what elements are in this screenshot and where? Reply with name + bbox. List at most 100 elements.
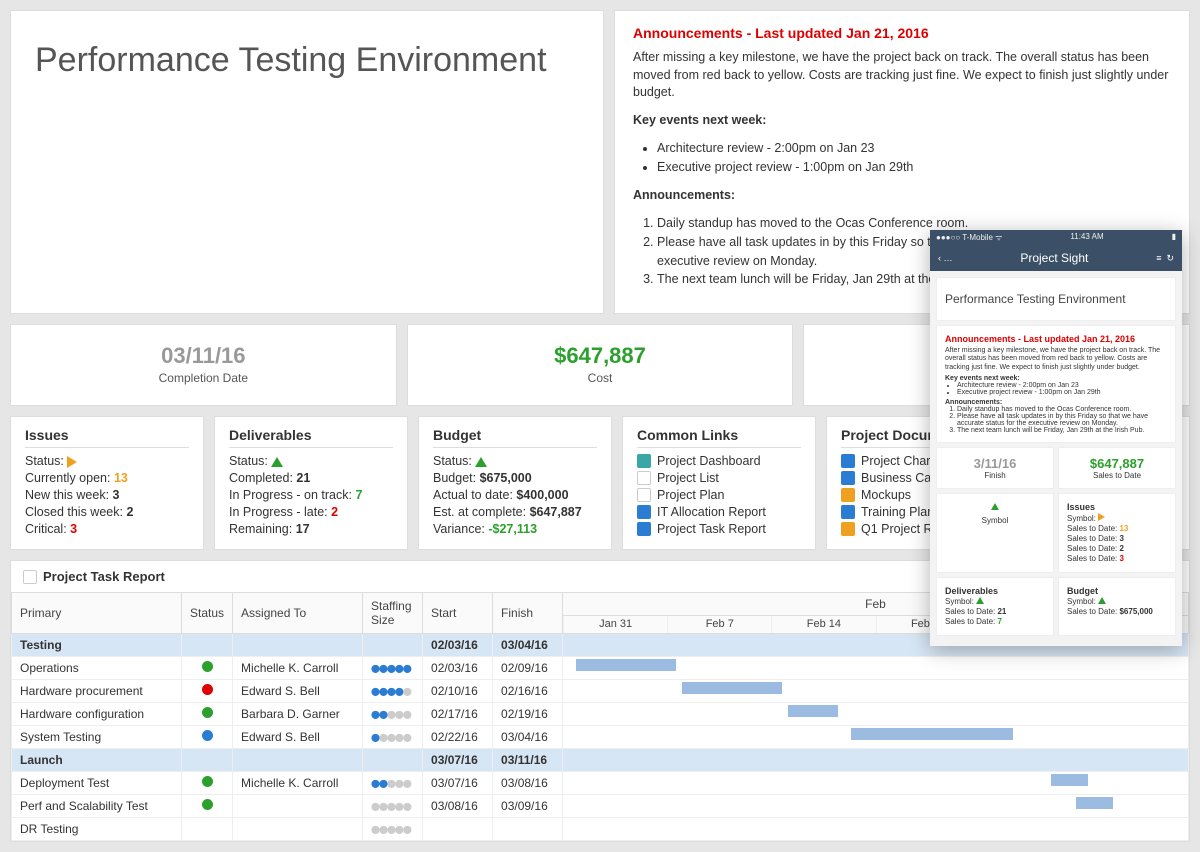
common-links-card: Common Links Project Dashboard Project Li… — [622, 416, 816, 550]
table-row[interactable]: Perf and Scalability Test⬤⬤⬤⬤⬤03/08/1603… — [12, 795, 1189, 818]
staffing-icons: ⬤⬤⬤⬤⬤ — [363, 818, 423, 841]
phone-issues-heading: Issues — [1067, 502, 1095, 512]
link-item[interactable]: Project Plan — [637, 488, 801, 502]
list-item: Executive project review - 1:00pm on Jan… — [657, 158, 1171, 177]
issues-heading: Issues — [25, 427, 189, 448]
file-icon — [841, 505, 855, 519]
stat-line: Critical: 3 — [25, 522, 189, 536]
link-item[interactable]: IT Allocation Report — [637, 505, 801, 519]
stat-line: Budget: $675,000 — [433, 471, 597, 485]
staffing-icons: ⬤⬤⬤⬤⬤ — [363, 772, 423, 795]
list-item: Please have all task updates in by this … — [957, 413, 1167, 427]
table-row[interactable]: Hardware configurationBarbara D. Garner⬤… — [12, 703, 1189, 726]
phone-kpi2-label: Sales to Date — [1067, 471, 1167, 480]
link-label: IT Allocation Report — [657, 505, 766, 519]
status-dot — [202, 776, 213, 787]
table-row[interactable]: Hardware procurementEdward S. Bell⬤⬤⬤⬤⬤0… — [12, 680, 1189, 703]
gantt-cell — [563, 795, 1189, 818]
table-row[interactable]: Deployment TestMichelle K. Carroll⬤⬤⬤⬤⬤0… — [12, 772, 1189, 795]
gantt-cell — [563, 703, 1189, 726]
table-row[interactable]: System TestingEdward S. Bell⬤⬤⬤⬤⬤02/22/1… — [12, 726, 1189, 749]
budget-status-label: Status: — [433, 454, 472, 468]
common-links-heading: Common Links — [637, 427, 801, 448]
stat-line: In Progress - on track: 7 — [229, 488, 393, 502]
table-header[interactable]: Primary — [12, 593, 182, 634]
arrow-up-icon — [991, 503, 999, 510]
table-header[interactable]: Start — [423, 593, 493, 634]
file-icon — [841, 471, 855, 485]
kpi-cost-value: $647,887 — [418, 343, 783, 369]
table-header[interactable]: Finish — [493, 593, 563, 634]
announcements-subheader: Announcements: — [633, 188, 735, 202]
file-icon — [637, 522, 651, 536]
stat-line: Symbol: — [945, 597, 1045, 606]
file-icon — [637, 471, 651, 485]
phone-budget-card: Budget Symbol: Sales to Date: $675,000 — [1058, 577, 1176, 636]
phone-deliv-heading: Deliverables — [945, 586, 998, 596]
link-label: Project Dashboard — [657, 454, 761, 468]
table-row[interactable]: OperationsMichelle K. Carroll⬤⬤⬤⬤⬤02/03/… — [12, 657, 1189, 680]
kpi-completion-label: Completion Date — [21, 371, 386, 385]
stat-line: Sales to Date: 3 — [1067, 554, 1167, 563]
link-item[interactable]: Project List — [637, 471, 801, 485]
stat-line: Actual to date: $400,000 — [433, 488, 597, 502]
phone-back-button[interactable]: ‹ … — [938, 253, 953, 263]
stat-line: Sales to Date: 2 — [1067, 544, 1167, 553]
table-row[interactable]: DR Testing⬤⬤⬤⬤⬤ — [12, 818, 1189, 841]
file-icon — [637, 488, 651, 502]
status-dot — [202, 684, 213, 695]
phone-nav-icons[interactable]: ≡ ↻ — [1156, 253, 1174, 264]
stat-line: Est. at complete: $647,887 — [433, 505, 597, 519]
phone-preview: ●●●○○ T-Mobile ᯤ 11:43 AM ▮ ‹ … Project … — [930, 230, 1182, 646]
list-item: Architecture review - 2:00pm on Jan 23 — [657, 139, 1171, 158]
staffing-icons: ⬤⬤⬤⬤⬤ — [363, 795, 423, 818]
phone-nav-title: Project Sight — [1020, 251, 1088, 265]
key-events-list: Architecture review - 2:00pm on Jan 23Ex… — [657, 139, 1171, 177]
arrow-up-icon — [475, 457, 487, 467]
staffing-icons: ⬤⬤⬤⬤⬤ — [363, 657, 423, 680]
table-header[interactable]: Staffing Size — [363, 593, 423, 634]
table-header[interactable]: Status — [182, 593, 233, 634]
phone-deliverables-card: Deliverables Symbol: Sales to Date: 21Sa… — [936, 577, 1054, 636]
stat-line: Variance: -$27,113 — [433, 522, 597, 536]
staffing-icons: ⬤⬤⬤⬤⬤ — [363, 680, 423, 703]
link-item[interactable]: Project Task Report — [637, 522, 801, 536]
phone-announcements: Announcements - Last updated Jan 21, 201… — [936, 325, 1176, 443]
table-row[interactable]: Launch03/07/1603/11/16 — [12, 749, 1189, 772]
link-label: Training Plan — [861, 505, 934, 519]
link-item[interactable]: Project Dashboard — [637, 454, 801, 468]
link-label: Project Task Report — [657, 522, 766, 536]
stat-line: Symbol: — [1067, 597, 1167, 606]
stat-line: New this week: 3 — [25, 488, 189, 502]
phone-status-bar: ●●●○○ T-Mobile ᯤ 11:43 AM ▮ — [930, 230, 1182, 245]
deliverables-card: Deliverables Status: Completed: 21In Pro… — [214, 416, 408, 550]
gantt-cell — [563, 818, 1189, 841]
phone-nav: ‹ … Project Sight ≡ ↻ — [930, 245, 1182, 271]
list-item: The next team lunch will be Friday, Jan … — [957, 427, 1167, 434]
phone-time: 11:43 AM — [1070, 232, 1103, 243]
gantt-cell — [563, 726, 1189, 749]
phone-key-header: Key events next week: — [945, 375, 1167, 382]
gantt-cell — [563, 772, 1189, 795]
status-dot — [202, 707, 213, 718]
stat-line: Closed this week: 2 — [25, 505, 189, 519]
file-icon — [841, 454, 855, 468]
budget-card: Budget Status: Budget: $675,000Actual to… — [418, 416, 612, 550]
title-card: Performance Testing Environment — [10, 10, 604, 314]
file-icon — [637, 505, 651, 519]
battery-icon: ▮ — [1172, 232, 1176, 243]
status-dot — [202, 799, 213, 810]
phone-kpi2-value: $647,887 — [1067, 456, 1167, 471]
staffing-icons: ⬤⬤⬤⬤⬤ — [363, 726, 423, 749]
kpi-completion: 03/11/16 Completion Date — [10, 324, 397, 406]
task-report-title: Project Task Report — [43, 569, 165, 584]
file-icon — [637, 454, 651, 468]
file-icon — [841, 522, 855, 536]
stat-line: Currently open: 13 — [25, 471, 189, 485]
stat-line: Remaining: 17 — [229, 522, 393, 536]
gantt-cell — [563, 680, 1189, 703]
stat-line: Symbol: — [1067, 513, 1167, 523]
phone-kpi1-label: Finish — [945, 471, 1045, 480]
table-header[interactable]: Assigned To — [233, 593, 363, 634]
status-dot — [202, 661, 213, 672]
